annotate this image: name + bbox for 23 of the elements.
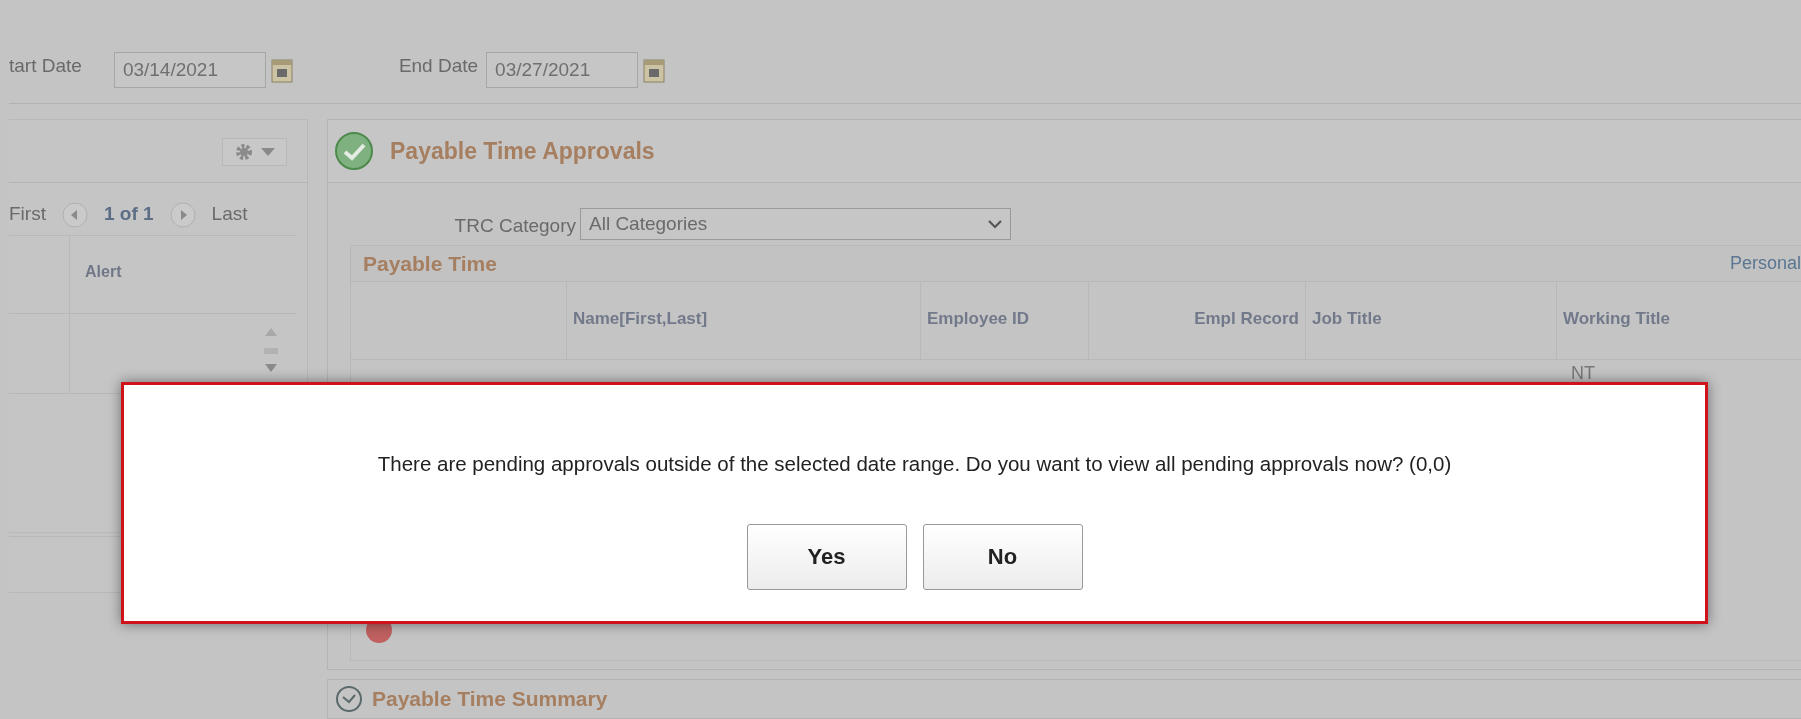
column-header: Job Title: [1306, 282, 1557, 360]
yes-button[interactable]: Yes: [746, 523, 907, 590]
dialog-message: There are pending approvals outside of the selected date range. Do you want to view all pending approvals now? (0,0): [376, 451, 1453, 477]
column-header: Name[First,Last]: [567, 282, 921, 360]
column-header: Empl Record: [1089, 282, 1306, 360]
end-date-label: End Date: [398, 54, 479, 78]
column-header: Working Title: [1562, 308, 1672, 330]
first-link[interactable]: First: [9, 200, 46, 229]
page-count: 1 of 1: [103, 202, 154, 227]
end-date-field[interactable]: 03/27/2021: [486, 52, 639, 88]
start-date-field[interactable]: 03/14/2021: [113, 52, 266, 88]
trc-category-label: TRC Category: [453, 214, 577, 238]
start-date-label: tart Date: [9, 54, 82, 78]
no-button[interactable]: No: [922, 523, 1083, 590]
last-link[interactable]: Last: [211, 200, 248, 229]
trc-category-dropdown[interactable]: All Categories: [580, 208, 1011, 240]
panel-title: Payable Time Summary: [372, 686, 608, 713]
panel-title: Payable Time Approvals: [390, 136, 655, 166]
table-cell-text: NT: [1570, 362, 1596, 385]
grid-title: Payable Time: [363, 250, 497, 277]
personalize-link[interactable]: Personal: [1729, 250, 1801, 277]
column-header: Alert: [84, 262, 122, 282]
column-header: Employee ID: [921, 282, 1089, 360]
